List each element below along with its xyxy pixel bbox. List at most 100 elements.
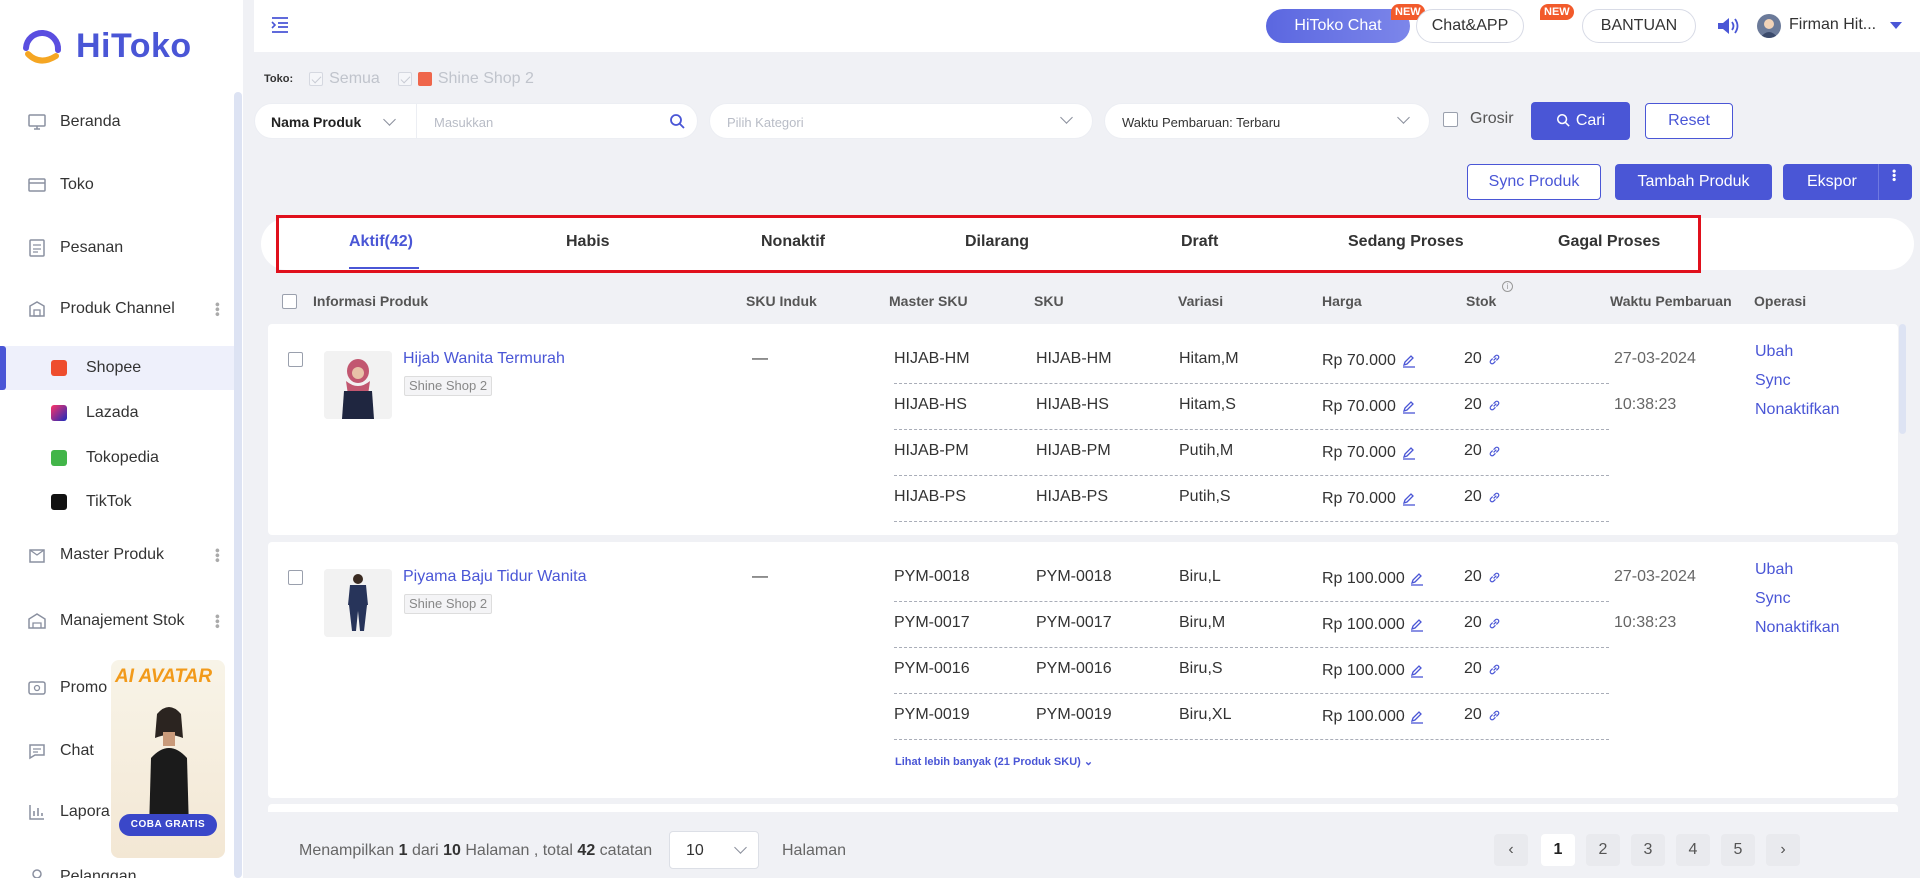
sync-produk-button[interactable]: Sync Produk [1467,164,1601,200]
sidebar-subitem-tiktok[interactable]: TikTok [0,480,234,524]
variant-row: HIJAB-PS HIJAB-PS Putih,S Rp 70.000 20 [894,476,1609,522]
variation: Biru,S [1179,660,1223,677]
product-name-link[interactable]: Piyama Baju Tidur Wanita [403,568,586,586]
speaker-icon[interactable] [1716,16,1740,36]
link-icon[interactable] [1488,491,1501,504]
search-icon[interactable] [669,113,685,129]
store-all-label: Semua [329,70,380,87]
link-icon[interactable] [1488,709,1501,722]
edit-pencil-icon[interactable] [1402,446,1416,460]
sidebar-item-label: Beranda [60,113,121,130]
chat-app-button[interactable]: Chat&APP [1416,9,1524,43]
product-thumbnail[interactable] [324,569,392,637]
sync-link[interactable]: Sync [1755,372,1791,390]
page-5-button[interactable]: 5 [1721,834,1755,866]
store-shop-checkbox[interactable] [397,72,412,86]
edit-pencil-icon[interactable] [1410,572,1424,586]
sku: PYM-0017 [1036,614,1112,631]
sidebar-subitem-tokopedia[interactable]: Tokopedia [0,436,234,480]
reset-button[interactable]: Reset [1645,103,1733,139]
more-vertical-icon[interactable]: ••• [1887,169,1901,182]
coba-gratis-button[interactable]: COBA GRATIS [119,814,217,836]
menu-collapse-icon[interactable] [270,15,290,35]
next-page-button[interactable]: › [1766,834,1800,866]
info-icon[interactable]: i [1502,281,1513,292]
chevron-down-icon[interactable] [383,113,396,126]
link-icon[interactable] [1488,663,1501,676]
row-checkbox[interactable] [288,352,303,367]
prev-page-button[interactable]: ‹ [1494,834,1528,866]
hitoko-chat-button[interactable]: HiToko Chat [1266,9,1410,43]
parent-sku: — [752,350,768,367]
grosir-checkbox[interactable] [1443,111,1458,127]
link-icon[interactable] [1488,445,1501,458]
product-name-link[interactable]: Hijab Wanita Termurah [403,350,565,368]
category-select[interactable]: Pilih Kategori [709,103,1093,139]
ekspor-button[interactable]: Ekspor ••• [1783,164,1912,200]
divider [1878,164,1879,200]
sort-select[interactable]: Waktu Pembaruan: Terbaru [1104,103,1430,139]
ubah-link[interactable]: Ubah [1755,561,1793,579]
sidebar-item-master-produk[interactable]: Master Produk ••• [0,533,234,577]
variation: Putih,M [1179,442,1234,459]
edit-pencil-icon[interactable] [1410,618,1424,632]
master-sku: PYM-0017 [894,614,970,631]
sidebar-item-pesanan[interactable]: Pesanan [0,226,234,270]
more-dots-icon[interactable]: ••• [210,614,226,629]
more-dots-icon[interactable]: ••• [210,302,226,317]
sidebar-item-beranda[interactable]: Beranda [0,100,234,144]
see-more-skus-link[interactable]: Lihat lebih banyak (21 Produk SKU) ⌄ [895,755,1093,768]
select-all-checkbox[interactable] [282,294,297,309]
edit-pencil-icon[interactable] [1402,492,1416,506]
content-scrollbar[interactable] [1899,324,1906,434]
product-thumbnail[interactable] [324,351,392,419]
page-1-button[interactable]: 1 [1541,834,1575,866]
user-avatar[interactable] [1757,14,1781,38]
sidebar-item-pelanggan[interactable]: Pelanggan [0,855,234,878]
shopee-icon [51,360,67,376]
page-2-button[interactable]: 2 [1586,834,1620,866]
nonaktifkan-link[interactable]: Nonaktifkan [1755,401,1840,419]
grosir-filter[interactable]: Grosir [1443,110,1514,128]
stock: 20 [1464,660,1482,677]
sidebar-subitem-shopee[interactable]: Shopee [0,346,234,390]
page-size-select[interactable]: 10 [669,831,759,869]
logo[interactable]: HiToko [18,26,192,66]
lazada-icon [51,405,67,421]
ai-avatar-promo-banner[interactable]: AI AVATAR COBA GRATIS [111,660,225,858]
edit-pencil-icon[interactable] [1402,400,1416,414]
product-row: Hijab Wanita Termurah Shine Shop 2 — HIJ… [268,324,1898,535]
master-product-icon [29,549,45,563]
edit-pencil-icon[interactable] [1410,664,1424,678]
store-all-checkbox[interactable] [309,72,324,86]
nonaktifkan-link[interactable]: Nonaktifkan [1755,619,1840,637]
sidebar-item-produk-channel[interactable]: Produk Channel ••• [0,287,234,331]
sidebar-scrollbar[interactable] [234,92,242,878]
user-name[interactable]: Firman Hit... [1789,16,1876,34]
sidebar-subitem-lazada[interactable]: Lazada [0,391,234,435]
search-input[interactable]: Masukkan [434,115,493,130]
user-dropdown-caret-icon[interactable] [1890,22,1902,29]
row-checkbox[interactable] [288,570,303,585]
sidebar-item-manajement-stok[interactable]: Manajement Stok ••• [0,599,234,643]
link-icon[interactable] [1488,571,1501,584]
page-3-button[interactable]: 3 [1631,834,1665,866]
edit-pencil-icon[interactable] [1410,710,1424,724]
tambah-produk-button[interactable]: Tambah Produk [1615,164,1772,200]
sync-link[interactable]: Sync [1755,590,1791,608]
edit-pencil-icon[interactable] [1402,354,1416,368]
more-dots-icon[interactable]: ••• [210,548,226,563]
search-field-select[interactable]: Nama Produk [271,114,361,130]
ubah-link[interactable]: Ubah [1755,343,1793,361]
price: Rp 70.000 [1322,398,1396,415]
bantuan-button[interactable]: BANTUAN [1582,9,1696,43]
pajama-product-image [324,569,392,637]
search-button[interactable]: Cari [1531,102,1630,140]
page-4-button[interactable]: 4 [1676,834,1710,866]
link-icon[interactable] [1488,399,1501,412]
report-chart-icon [29,805,44,820]
sidebar-item-toko[interactable]: Toko [0,163,234,207]
master-sku: PYM-0018 [894,568,970,585]
link-icon[interactable] [1488,353,1501,366]
link-icon[interactable] [1488,617,1501,630]
